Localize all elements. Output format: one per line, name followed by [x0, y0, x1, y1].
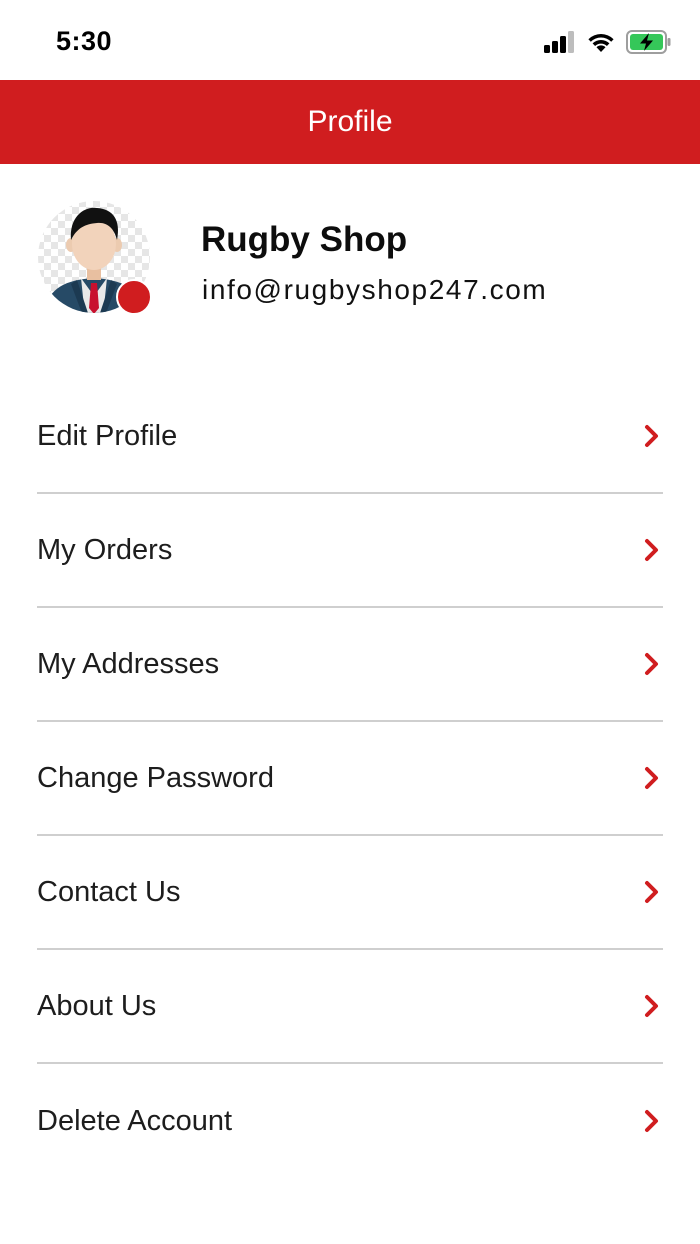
- menu-item-delete-account[interactable]: Delete Account: [37, 1064, 663, 1178]
- chevron-right-icon: [645, 995, 658, 1017]
- status-time: 5:30: [56, 26, 113, 56]
- profile-card: Rugby Shop info@rugbyshop247.com: [0, 164, 700, 364]
- menu-item-my-orders[interactable]: My Orders: [37, 494, 663, 608]
- menu-item-label: My Addresses: [37, 647, 220, 680]
- chevron-right-icon: [645, 425, 658, 447]
- chevron-right-icon: [645, 539, 658, 561]
- menu-item-edit-profile[interactable]: Edit Profile: [37, 380, 663, 494]
- user-name: Rugby Shop: [201, 220, 408, 259]
- menu-item-label: About Us: [37, 989, 157, 1022]
- wifi-icon: [588, 34, 614, 52]
- chevron-right-icon: [645, 653, 658, 675]
- menu-item-about-us[interactable]: About Us: [37, 950, 663, 1064]
- menu-item-change-password[interactable]: Change Password: [37, 722, 663, 836]
- menu-item-label: Edit Profile: [37, 419, 178, 452]
- user-email: info@rugbyshop247.com: [202, 274, 548, 305]
- menu-item-label: Delete Account: [37, 1104, 233, 1137]
- menu-item-my-addresses[interactable]: My Addresses: [37, 608, 663, 722]
- avatar[interactable]: [37, 200, 153, 316]
- app-header: Profile: [0, 80, 700, 164]
- menu-item-label: Contact Us: [37, 875, 181, 908]
- signal-icon: [544, 31, 574, 53]
- menu-item-label: My Orders: [37, 533, 173, 566]
- battery-charging-icon: [626, 30, 671, 54]
- status-bar: 5:30: [0, 0, 700, 80]
- menu-item-label: Change Password: [37, 761, 274, 794]
- menu-item-contact-us[interactable]: Contact Us: [37, 836, 663, 950]
- chevron-right-icon: [645, 767, 658, 789]
- chevron-right-icon: [645, 1110, 658, 1132]
- chevron-right-icon: [645, 881, 658, 903]
- profile-menu: Edit Profile My Orders My Addresses Chan…: [37, 380, 663, 1178]
- status-icons: [544, 28, 672, 56]
- page-title: Profile: [307, 105, 393, 138]
